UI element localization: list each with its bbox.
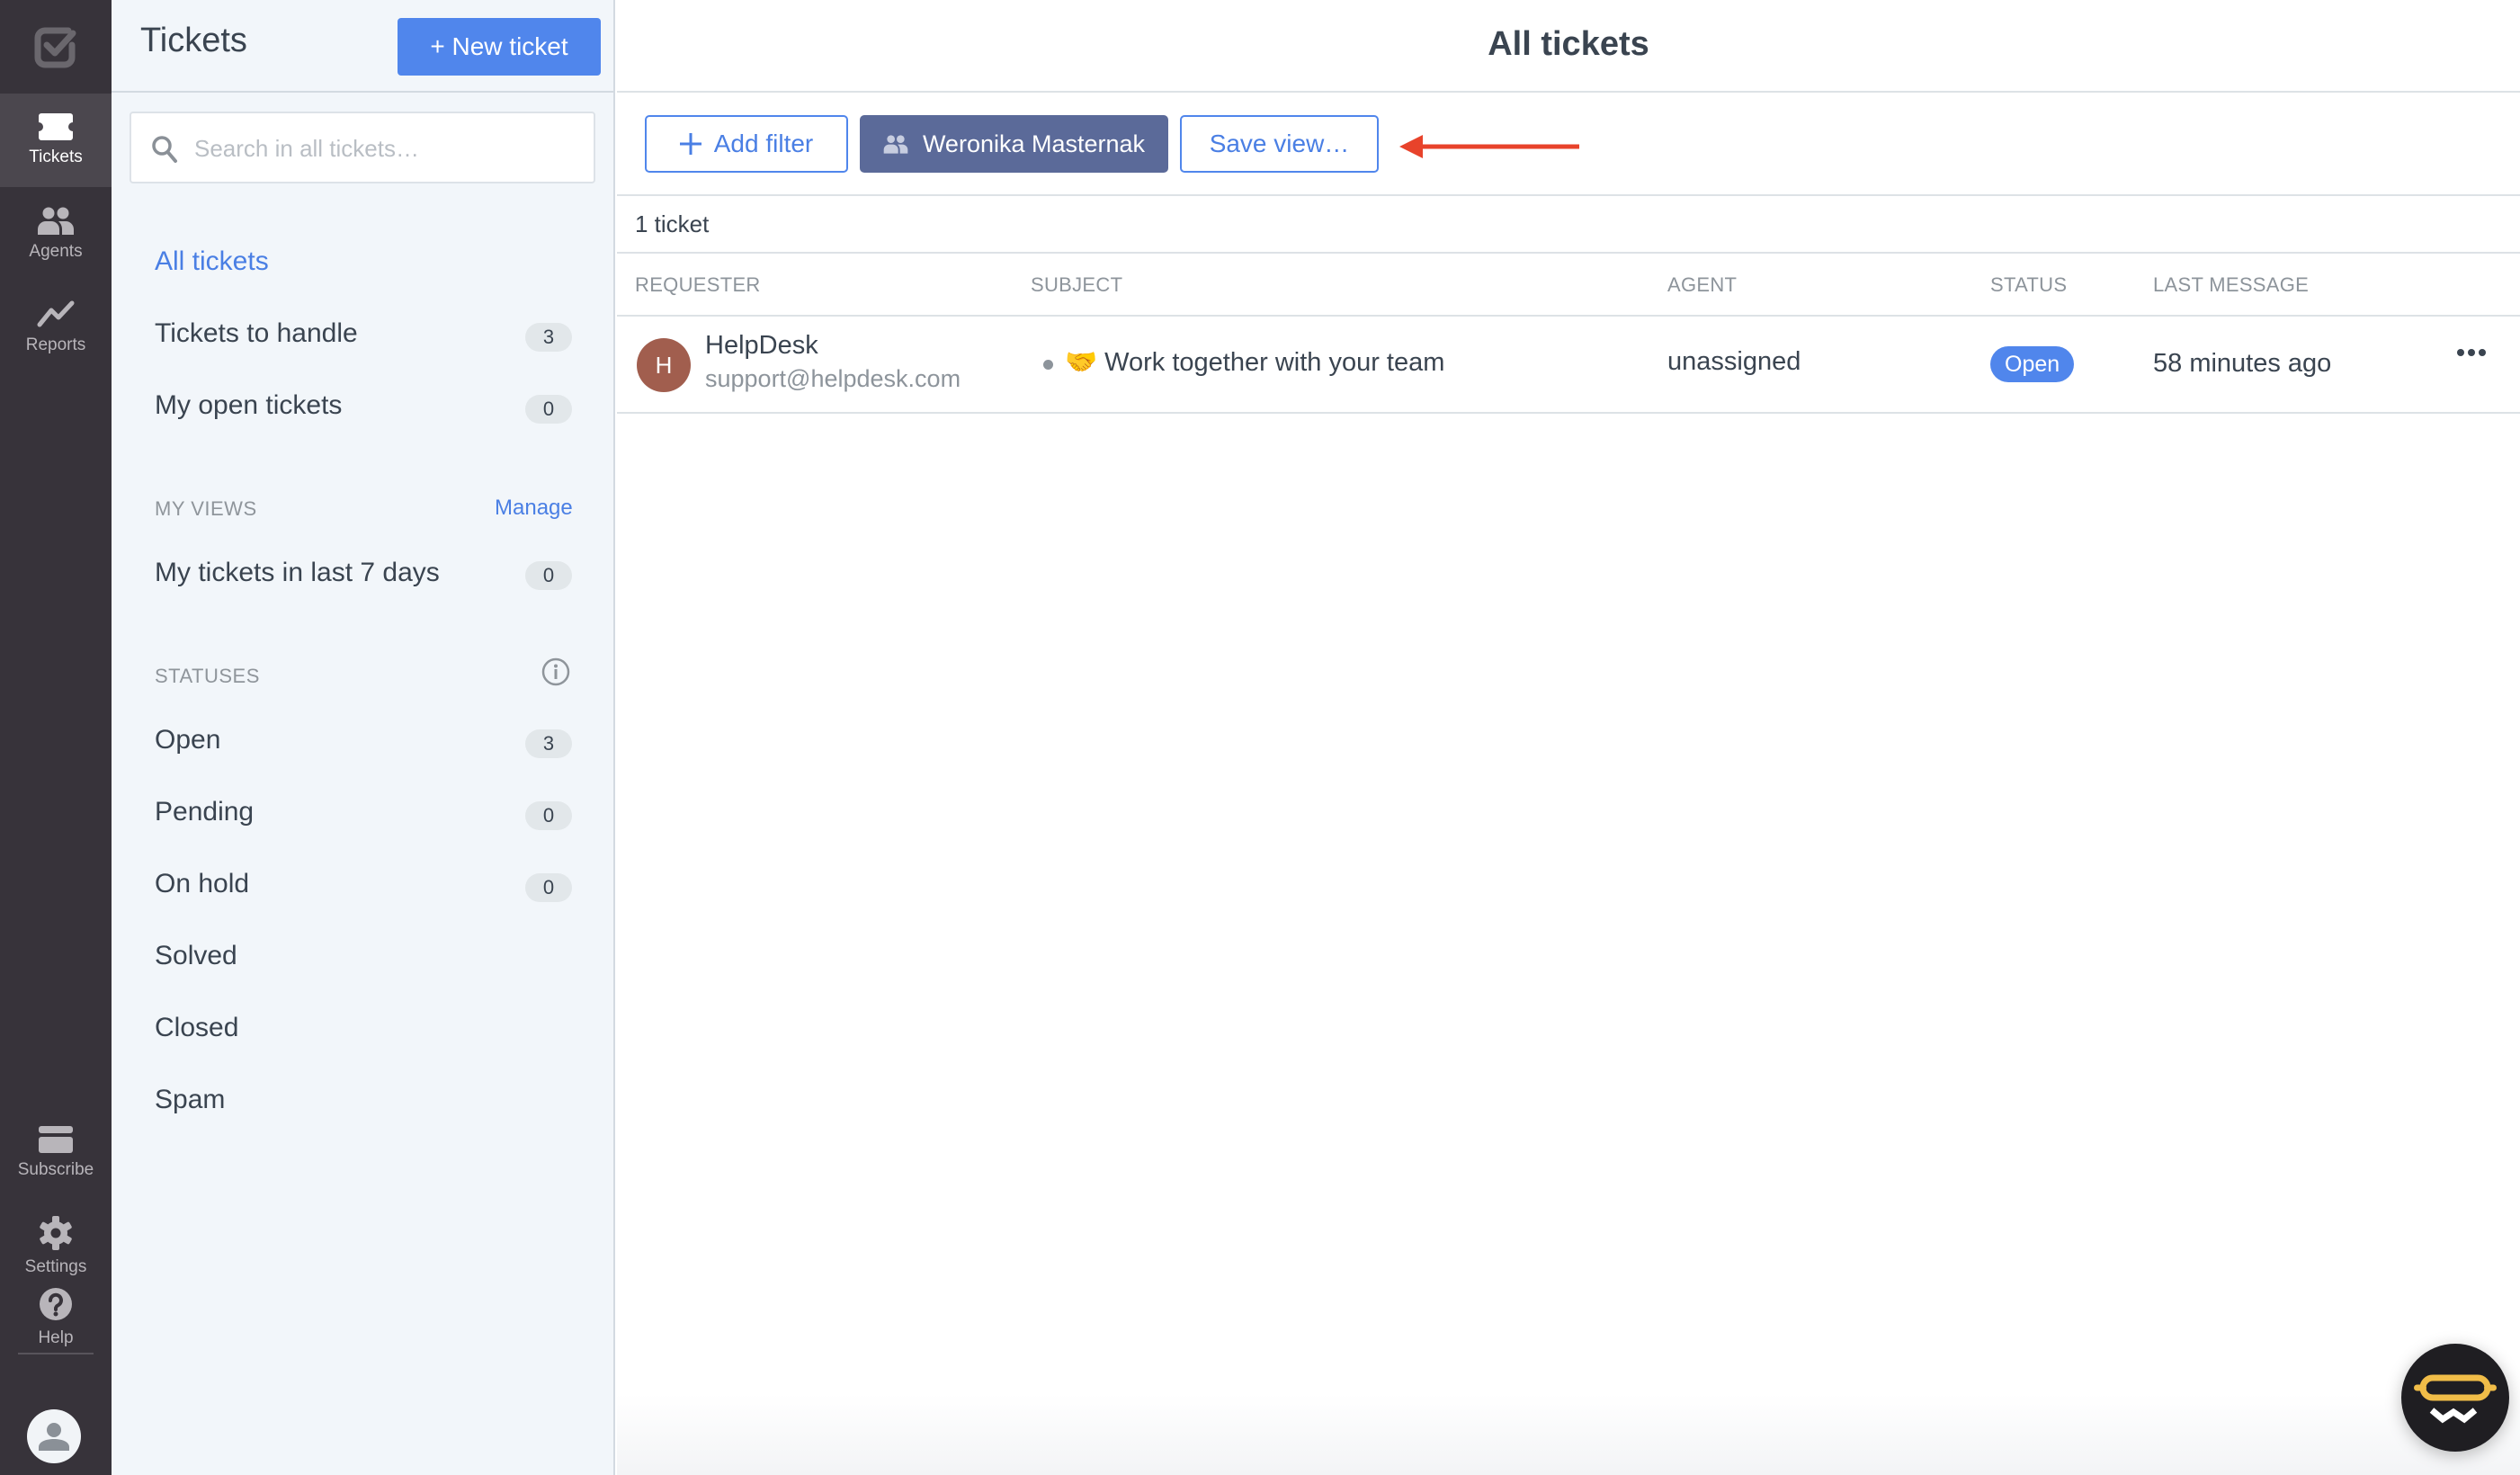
column-header-agent[interactable]: AGENT [1667,273,1737,297]
ticket-subject[interactable]: 🤝 Work together with your team [1065,347,1444,378]
column-header-requester[interactable]: REQUESTER [635,273,761,297]
annotation-arrow-icon [1399,135,1579,158]
rail-label: Reports [25,335,86,354]
requester-avatar: H [637,338,691,392]
count-badge: 0 [525,561,572,590]
ticket-count-row: 1 ticket [617,196,2520,254]
status-link-on-hold[interactable]: On hold [155,869,249,899]
status-link-open[interactable]: Open [155,725,220,755]
save-view-label: Save view… [1209,130,1350,157]
rail-label: Subscribe [17,1160,94,1179]
statuses-label: STATUSES [155,665,260,687]
count-badge: 3 [525,323,572,352]
more-actions-icon[interactable] [2457,349,2486,356]
tickets-panel: Tickets + New ticket All tickets Tickets… [112,0,615,1475]
page-title: All tickets [1488,25,1649,63]
column-header-subject[interactable]: SUBJECT [1031,273,1122,297]
agent-filter-label: Weronika Masternak [922,130,1146,157]
unread-dot-icon [1043,360,1053,370]
status-badge: Open [1990,346,2075,382]
nav-link-tickets-to-handle[interactable]: Tickets to handle [155,318,358,349]
rail-item-tickets[interactable]: Tickets [0,94,112,187]
chat-widget-icon [2414,1374,2497,1424]
table-header: REQUESTER SUBJECT AGENT STATUS LAST MESS… [617,254,2520,317]
save-view-button[interactable]: Save view… [1180,115,1379,173]
rail-item-subscribe[interactable]: Subscribe [0,1106,112,1200]
manage-views-link[interactable]: Manage [495,496,573,521]
chart-line-icon [37,300,75,327]
rail-label: Agents [29,242,83,261]
nav-link-all-tickets[interactable]: All tickets [155,246,269,277]
count-badge: 0 [525,395,572,424]
user-avatar[interactable] [27,1409,81,1463]
column-header-last-message[interactable]: LAST MESSAGE [2153,273,2309,297]
status-link-solved[interactable]: Solved [155,941,237,971]
rail-item-agents[interactable]: Agents [0,187,112,281]
info-icon[interactable] [541,657,570,686]
gear-icon [40,1216,72,1250]
help-icon [40,1288,72,1320]
count-badge: 0 [525,873,572,902]
rail-item-reports[interactable]: Reports [0,281,112,374]
main-content: All tickets Add filter Weronika Masterna… [617,0,2520,1475]
people-icon [883,135,908,154]
requester-email: support@helpdesk.com [705,365,961,392]
main-header: All tickets [617,0,2520,93]
rail-divider [18,1353,94,1354]
nav-link-my-open-tickets[interactable]: My open tickets [155,390,342,421]
filter-bar: Add filter Weronika Masternak Save view… [617,93,2520,196]
my-views-label: MY VIEWS [155,497,257,520]
ticket-icon [39,113,73,140]
nav-link-view-last-7-days[interactable]: My tickets in last 7 days [155,558,440,588]
nav-rail: Tickets Agents Reports Subscribe Setting… [0,0,112,1475]
count-badge: 3 [525,729,572,758]
search-icon [152,136,177,163]
table-row[interactable]: H HelpDesk support@helpdesk.com 🤝 Work t… [617,317,2520,414]
status-link-closed[interactable]: Closed [155,1013,238,1043]
card-icon [39,1126,73,1153]
ticket-agent: unassigned [1667,347,1801,376]
app-logo[interactable] [0,0,112,94]
new-ticket-button[interactable]: + New ticket [398,18,601,76]
bottom-fade [617,1394,2520,1475]
user-avatar-icon [39,1423,69,1451]
count-badge: 0 [525,801,572,830]
chat-widget-button[interactable] [2401,1344,2509,1452]
handshake-emoji-icon: 🤝 [1065,348,1098,377]
rail-label: Tickets [29,148,83,166]
people-icon [38,207,74,235]
last-message-time: 58 minutes ago [2153,349,2332,378]
panel-title: Tickets [140,22,247,59]
status-link-spam[interactable]: Spam [155,1085,225,1115]
search-input[interactable] [194,126,581,171]
ticket-count: 1 ticket [635,210,710,237]
plus-icon [679,133,701,155]
rail-item-help[interactable]: Help [0,1259,112,1376]
checkbox-logo-icon [34,27,76,68]
agent-filter-chip[interactable]: Weronika Masternak [860,115,1168,173]
requester-name: HelpDesk [705,331,818,360]
panel-header: Tickets + New ticket [112,0,613,93]
add-filter-label: Add filter [713,130,814,157]
rail-label: Help [38,1328,74,1347]
add-filter-button[interactable]: Add filter [645,115,848,173]
subject-text: Work together with your team [1104,348,1445,377]
search-box[interactable] [130,112,595,183]
status-link-pending[interactable]: Pending [155,797,254,827]
column-header-status[interactable]: STATUS [1990,273,2067,297]
